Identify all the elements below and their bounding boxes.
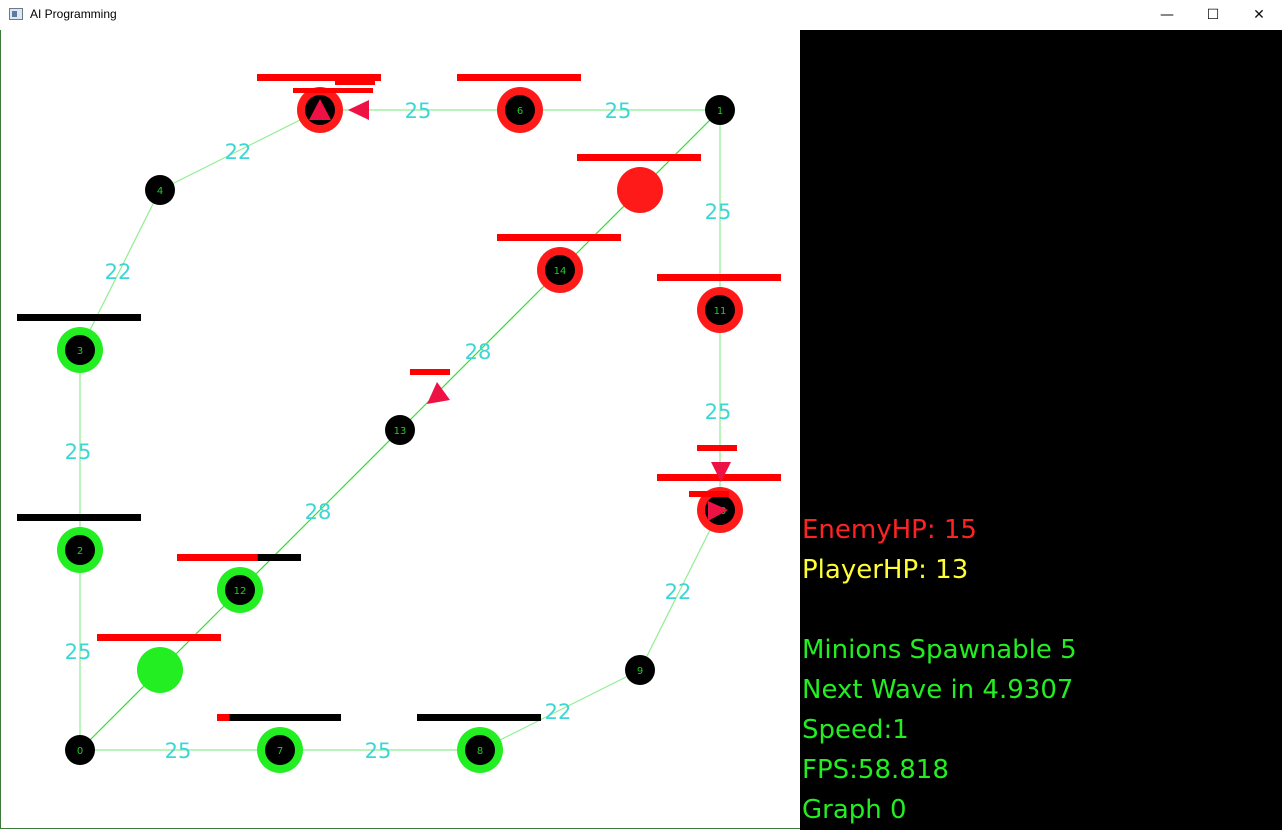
contested-health-bar-player	[229, 714, 341, 721]
minion-health-bar	[689, 491, 729, 497]
edge-weight-label: 22	[665, 580, 692, 604]
enemy-hp-text: EnemyHP: 15	[802, 515, 977, 545]
node-label: 0	[77, 746, 83, 757]
window-title: AI Programming	[30, 7, 117, 21]
enemy-health-bar	[457, 74, 581, 81]
title-bar[interactable]: AI Programming — ☐ ✕	[0, 0, 1282, 30]
minion-health-bar	[293, 88, 373, 93]
contested-health-bar-enemy	[217, 714, 230, 721]
edge-weight-label: 25	[605, 99, 632, 123]
edge-weight-label: 25	[365, 739, 392, 763]
node-label: 3	[77, 346, 83, 357]
fps-text: FPS:58.818	[802, 755, 949, 785]
edge-weight-label: 25	[65, 640, 92, 664]
enemy-unit	[617, 167, 663, 213]
hud-panel: EnemyHP: 15 PlayerHP: 13 Minions Spawnab…	[800, 30, 1282, 830]
enemy-health-bar	[257, 74, 381, 81]
app-icon	[9, 8, 23, 20]
edge-weight-label: 22	[105, 260, 132, 284]
node-label: 8	[477, 746, 483, 757]
node-label: 11	[714, 306, 727, 317]
node-label: 6	[517, 106, 523, 117]
player-health-bar	[417, 714, 541, 721]
edge-weight-label: 25	[705, 200, 732, 224]
node-label: 13	[394, 426, 407, 437]
edge-weight-label: 25	[705, 400, 732, 424]
maximize-button[interactable]: ☐	[1190, 0, 1236, 30]
player-hp-text: PlayerHP: 13	[802, 555, 969, 585]
player-unit-health-bar	[97, 634, 221, 641]
node-label: 4	[157, 186, 163, 197]
contested-health-bar-player	[257, 554, 301, 561]
graph-map[interactable]: 0123456789101112131425252225222825252822…	[0, 30, 800, 830]
edge-weight-label: 22	[545, 700, 572, 724]
player-health-bar	[17, 514, 141, 521]
minion-down-right	[427, 382, 450, 404]
minion-left	[348, 100, 369, 120]
minion-health-bar	[697, 445, 737, 451]
node-label: 12	[234, 586, 247, 597]
enemy-health-bar	[657, 274, 781, 281]
minion-health-bar	[335, 80, 375, 85]
close-button[interactable]: ✕	[1236, 0, 1282, 30]
edge-weight-label: 22	[225, 140, 252, 164]
minions-spawnable-text: Minions Spawnable 5	[802, 635, 1077, 665]
game-canvas[interactable]: 0123456789101112131425252225222825252822…	[0, 30, 800, 830]
next-wave-text: Next Wave in 4.9307	[802, 675, 1074, 705]
minimize-button[interactable]: —	[1144, 0, 1190, 30]
edge-weight-label: 25	[65, 440, 92, 464]
minion-health-bar	[410, 369, 450, 375]
edge-weight-label: 28	[465, 340, 492, 364]
node-label: 14	[554, 266, 567, 277]
player-health-bar	[17, 314, 141, 321]
enemy-unit-health-bar	[577, 154, 701, 161]
contested-health-bar-enemy	[177, 554, 258, 561]
graph-text: Graph 0	[802, 795, 907, 825]
edge-weight-label: 25	[165, 739, 192, 763]
node-label: 1	[717, 106, 723, 117]
enemy-health-bar	[497, 234, 621, 241]
node-label: 7	[277, 746, 283, 757]
edge-weight-label: 25	[405, 99, 432, 123]
player-unit	[137, 647, 183, 693]
node-label: 2	[77, 546, 83, 557]
node-label: 9	[637, 666, 643, 677]
edge-weight-label: 28	[305, 500, 332, 524]
speed-text: Speed:1	[802, 715, 909, 745]
